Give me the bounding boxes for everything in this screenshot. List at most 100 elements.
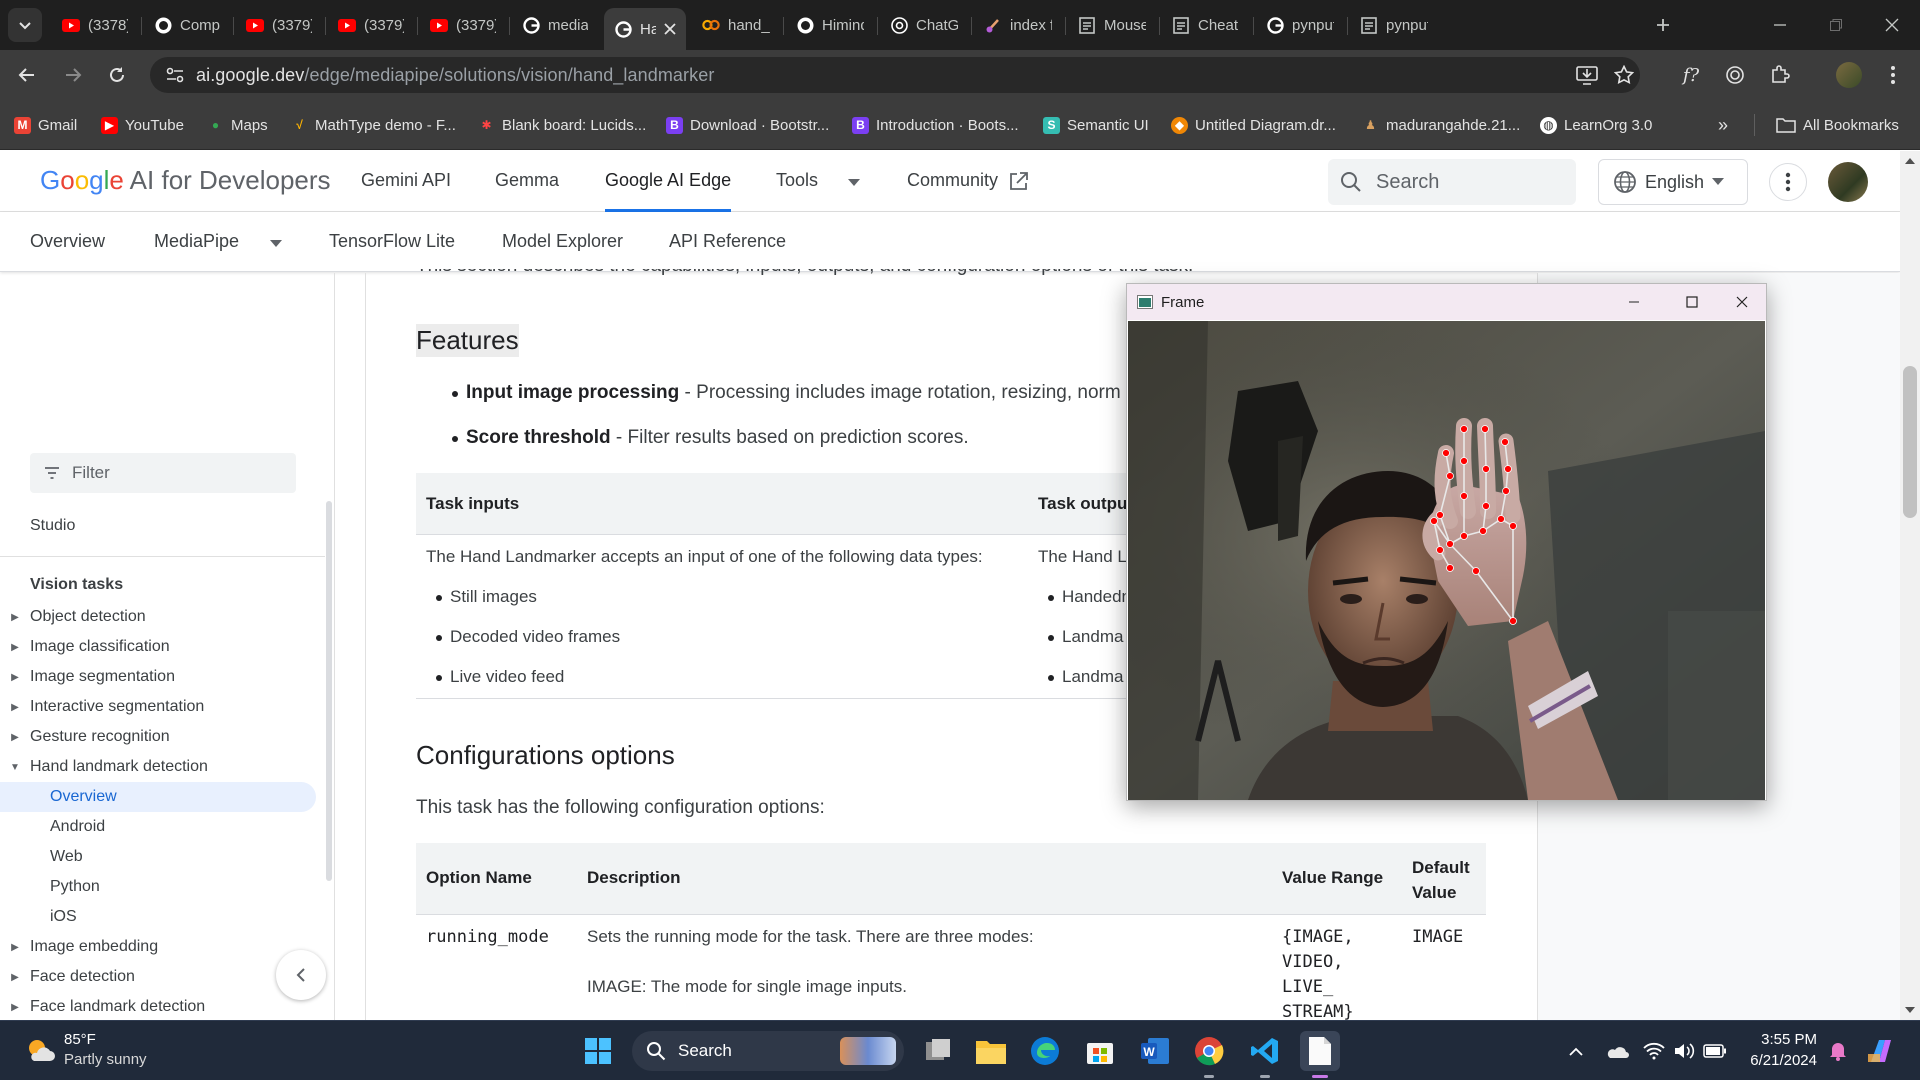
tab[interactable]: mediap: [512, 8, 598, 42]
frame-maximize-button[interactable]: [1669, 284, 1715, 320]
nav-gemini-api[interactable]: Gemini API: [361, 170, 451, 191]
bookmark-item[interactable]: ◍ LearnOrg 3.0: [1540, 113, 1652, 137]
tab[interactable]: hand_la: [692, 8, 780, 42]
bookmark-item[interactable]: ● Maps: [207, 113, 268, 137]
chrome-button[interactable]: [1189, 1031, 1229, 1078]
notification-bell-icon[interactable]: [1818, 1031, 1858, 1071]
tab-search-button[interactable]: [8, 8, 42, 42]
frame-minimize-button[interactable]: [1611, 284, 1657, 320]
taskbar-search[interactable]: Search: [632, 1031, 904, 1071]
sidebar-subitem[interactable]: Overview: [50, 784, 117, 810]
start-button[interactable]: [578, 1031, 618, 1071]
tab[interactable]: (3379): [328, 8, 414, 42]
sidebar-item[interactable]: ▶ Image classification: [0, 634, 169, 660]
install-app-icon[interactable]: [1576, 65, 1598, 85]
nav-google-ai-edge[interactable]: Google AI Edge: [605, 170, 731, 191]
formula-extension-icon[interactable]: f?: [1674, 58, 1708, 92]
chevron-down-icon[interactable]: [848, 179, 860, 187]
more-options-button[interactable]: [1769, 163, 1807, 201]
sidebar-item[interactable]: ▼ Hand landmark detection: [0, 754, 208, 780]
language-selector[interactable]: English: [1598, 159, 1748, 205]
tab[interactable]: Himind: [786, 8, 874, 42]
close-window-button[interactable]: [1864, 0, 1920, 50]
bookmark-item[interactable]: S Semantic UI: [1043, 113, 1149, 137]
sidebar-item[interactable]: ▶ Image embedding: [0, 934, 158, 960]
tab[interactable]: Ha: [604, 8, 686, 50]
bookmark-item[interactable]: B Download · Bootstr...: [666, 113, 829, 137]
reload-button[interactable]: [100, 58, 134, 92]
tab[interactable]: Mouse: [1068, 8, 1156, 42]
sidebar-item[interactable]: ▶ Object detection: [0, 604, 145, 630]
bookmark-item[interactable]: ◆ Untitled Diagram.dr...: [1171, 113, 1336, 137]
scroll-up-icon[interactable]: [1905, 157, 1915, 164]
target-extension-icon[interactable]: [1718, 58, 1752, 92]
tab[interactable]: pynput: [1350, 8, 1438, 42]
tab[interactable]: Cheat S: [1162, 8, 1250, 42]
browser-menu-icon[interactable]: [1876, 58, 1910, 92]
sidebar-item-studio[interactable]: Studio: [30, 514, 75, 538]
nav-gemma[interactable]: Gemma: [495, 170, 559, 191]
tab[interactable]: Compu: [144, 8, 230, 42]
subnav-mediapipe[interactable]: MediaPipe: [154, 231, 239, 252]
sidebar-scrollbar[interactable]: [326, 501, 332, 881]
nav-community[interactable]: Community: [907, 170, 998, 191]
extensions-puzzle-icon[interactable]: [1763, 58, 1797, 92]
page-scroll-thumb[interactable]: [1903, 366, 1917, 518]
sidebar-item[interactable]: ▶ Image segmentation: [0, 664, 175, 690]
battery-icon[interactable]: [1695, 1031, 1735, 1071]
subnav-api-reference[interactable]: API Reference: [669, 231, 786, 252]
site-search-input[interactable]: Search: [1328, 159, 1576, 205]
tab[interactable]: (3379): [420, 8, 506, 42]
chevron-down-icon[interactable]: [270, 240, 282, 248]
minimize-window-button[interactable]: [1752, 0, 1808, 50]
clock-time[interactable]: 3:55 PM: [1757, 1031, 1817, 1048]
sidebar-item[interactable]: ▶ Interactive segmentation: [0, 694, 204, 720]
site-info-icon[interactable]: [166, 67, 184, 83]
bookmark-item[interactable]: ▶ YouTube: [101, 113, 184, 137]
new-tab-button[interactable]: [1646, 8, 1680, 42]
microsoft-store-button[interactable]: [1080, 1031, 1120, 1071]
notepad-button[interactable]: [1300, 1031, 1340, 1078]
profile-avatar[interactable]: [1832, 58, 1866, 92]
bookmarks-overflow-button[interactable]: »: [1718, 113, 1728, 137]
frame-title-bar[interactable]: Frame: [1127, 284, 1766, 320]
bookmark-item[interactable]: √ MathType demo - F...: [291, 113, 456, 137]
sidebar-filter-input[interactable]: Filter: [30, 453, 296, 493]
sidebar-item[interactable]: ▶ Face detection: [0, 964, 135, 990]
tab[interactable]: pynput: [1256, 8, 1344, 42]
frame-window[interactable]: Frame: [1126, 283, 1767, 801]
site-logo[interactable]: Google AI for Developers: [40, 165, 331, 196]
sidebar-subitem[interactable]: Web: [50, 844, 83, 870]
user-avatar[interactable]: [1828, 162, 1868, 202]
vscode-button[interactable]: [1245, 1031, 1285, 1078]
sidebar-subitem[interactable]: iOS: [50, 904, 77, 930]
bookmark-item[interactable]: ✱ Blank board: Lucids...: [478, 113, 646, 137]
sidebar-item[interactable]: ▶ Face landmark detection: [0, 994, 205, 1020]
bookmark-item[interactable]: B Introduction · Boots...: [852, 113, 1019, 137]
tab[interactable]: (3379): [236, 8, 322, 42]
forward-button[interactable]: [56, 58, 90, 92]
sidebar-subitem[interactable]: Android: [50, 814, 105, 840]
sidebar-subitem[interactable]: Python: [50, 874, 100, 900]
onedrive-icon[interactable]: [1597, 1031, 1637, 1071]
back-button[interactable]: [10, 58, 44, 92]
tab[interactable]: (3378): [52, 8, 138, 42]
bookmark-star-icon[interactable]: [1614, 65, 1634, 85]
all-bookmarks-button[interactable]: All Bookmarks: [1776, 113, 1899, 137]
edge-browser-button[interactable]: [1025, 1031, 1065, 1071]
subnav-overview[interactable]: Overview: [30, 231, 105, 252]
tab[interactable]: ChatGF: [880, 8, 968, 42]
page-scrollbar[interactable]: [1900, 151, 1920, 1020]
close-tab-icon[interactable]: [664, 23, 676, 35]
frame-close-button[interactable]: [1719, 284, 1765, 320]
collapse-sidebar-button[interactable]: [276, 950, 326, 1000]
address-bar[interactable]: ai.google.dev/edge/mediapipe/solutions/v…: [150, 57, 1640, 93]
restore-window-button[interactable]: [1808, 0, 1864, 50]
bookmark-item[interactable]: M Gmail: [14, 113, 77, 137]
file-explorer-button[interactable]: [971, 1031, 1011, 1071]
scroll-down-icon[interactable]: [1905, 1007, 1915, 1014]
copilot-icon[interactable]: [1860, 1031, 1900, 1071]
subnav-tensorflow-lite[interactable]: TensorFlow Lite: [329, 231, 455, 252]
task-view-button[interactable]: [918, 1031, 958, 1071]
word-button[interactable]: W: [1135, 1031, 1175, 1071]
